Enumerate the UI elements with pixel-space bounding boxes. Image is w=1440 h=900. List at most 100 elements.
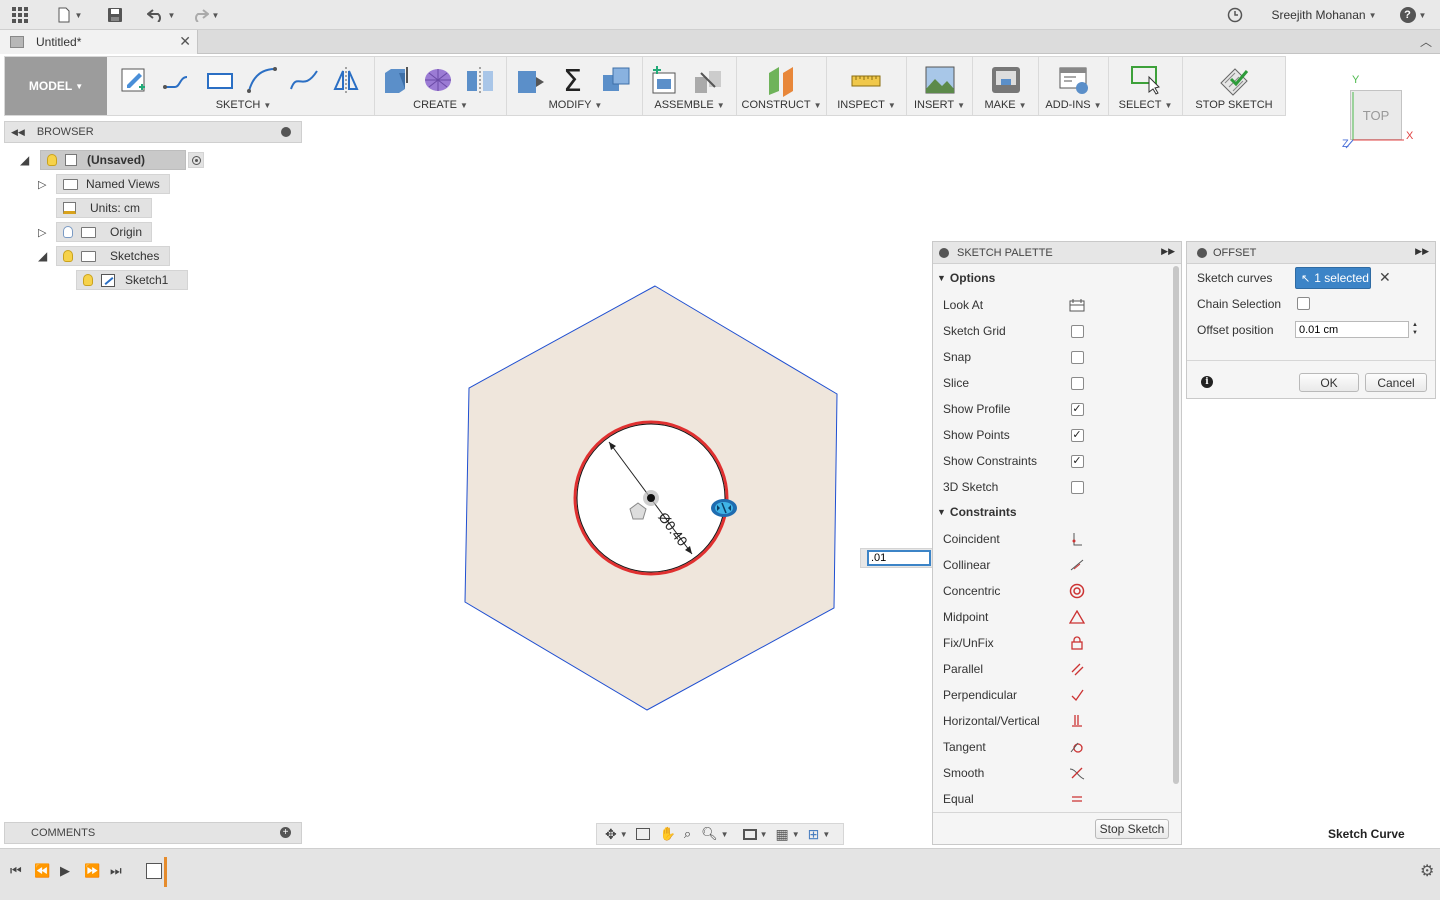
collapse-up-icon[interactable]: ︿ bbox=[1420, 33, 1432, 50]
go-to-end-icon[interactable]: ⏭ bbox=[110, 863, 122, 879]
parameters-sigma-icon[interactable]: Σ bbox=[557, 63, 591, 99]
stop-sketch-button[interactable]: Stop Sketch bbox=[1095, 819, 1169, 839]
concentric-icon[interactable] bbox=[1069, 583, 1085, 599]
constraint-coincident[interactable]: Coincident bbox=[943, 526, 1173, 552]
tree-item-origin[interactable]: ▷ Origin bbox=[38, 222, 152, 242]
select-icon[interactable] bbox=[1129, 63, 1163, 97]
combine-icon[interactable] bbox=[599, 63, 633, 97]
option-show-profile[interactable]: Show Profile ✓ bbox=[943, 396, 1173, 422]
close-tab-icon[interactable]: ✕ bbox=[179, 33, 191, 50]
user-menu[interactable]: Sreejith Mohanan ▼ bbox=[1266, 4, 1382, 26]
expand-dialog-icon[interactable]: ▶▶ bbox=[1415, 246, 1429, 257]
arc-icon[interactable] bbox=[245, 63, 279, 97]
collapse-triangle-icon[interactable]: ◢ bbox=[38, 249, 56, 263]
expand-palette-icon[interactable]: ▶▶ bbox=[1161, 246, 1175, 257]
timeline-sketch-feature-icon[interactable] bbox=[146, 863, 162, 879]
orbit-icon[interactable]: ✥ bbox=[605, 826, 617, 843]
viewports-icon[interactable]: ⊞ bbox=[808, 826, 820, 843]
constraint-collinear[interactable]: Collinear bbox=[943, 552, 1173, 578]
stepper-icon[interactable]: ▲▼ bbox=[1412, 321, 1418, 337]
app-grid-icon[interactable] bbox=[8, 4, 32, 26]
tree-root[interactable]: ◢ (Unsaved) bbox=[20, 150, 204, 170]
show-constraints-checkbox[interactable]: ✓ bbox=[1070, 454, 1084, 468]
ok-button[interactable]: OK bbox=[1299, 373, 1359, 392]
timeline-settings-gear-icon[interactable]: ⚙ bbox=[1420, 861, 1434, 881]
offset-plane-icon[interactable] bbox=[765, 63, 799, 97]
equal-icon[interactable] bbox=[1069, 791, 1085, 807]
show-profile-checkbox[interactable]: ✓ bbox=[1070, 402, 1084, 416]
smooth-icon[interactable] bbox=[1069, 765, 1085, 781]
play-icon[interactable]: ▶ bbox=[60, 863, 70, 879]
zoom-icon[interactable]: 🔍︎ bbox=[701, 826, 718, 842]
insert-image-icon[interactable] bbox=[923, 63, 957, 97]
sketch-palette-header[interactable]: SKETCH PALETTE ▶▶ bbox=[933, 242, 1181, 264]
constraint-tangent[interactable]: Tangent bbox=[943, 734, 1173, 760]
option-snap[interactable]: Snap bbox=[943, 344, 1173, 370]
collinear-icon[interactable] bbox=[1069, 557, 1085, 573]
inspect-menu[interactable]: INSPECT ▼ bbox=[827, 99, 906, 111]
job-status-clock-icon[interactable] bbox=[1224, 4, 1246, 26]
offset-manipulator-icon[interactable] bbox=[711, 499, 737, 517]
3d-sketch-checkbox[interactable] bbox=[1070, 480, 1084, 494]
show-points-checkbox[interactable]: ✓ bbox=[1070, 428, 1084, 442]
tree-item-sketches[interactable]: ◢ Sketches bbox=[38, 246, 170, 266]
stop-sketch-icon[interactable] bbox=[1217, 63, 1251, 97]
midpoint-icon[interactable] bbox=[1069, 609, 1085, 625]
new-component-icon[interactable] bbox=[647, 63, 681, 97]
sketch-canvas[interactable]: Ø0.40 bbox=[440, 270, 900, 730]
grid-settings-icon[interactable]: ▦ bbox=[775, 826, 788, 843]
offset-value-input[interactable] bbox=[867, 550, 931, 566]
assemble-menu[interactable]: ASSEMBLE ▼ bbox=[643, 99, 736, 111]
redo-icon[interactable]: ▼ bbox=[188, 4, 222, 26]
visibility-bulb-icon[interactable] bbox=[47, 154, 57, 166]
tangent-icon[interactable] bbox=[1069, 739, 1085, 755]
form-icon[interactable] bbox=[421, 63, 455, 97]
horizontal-vertical-icon[interactable] bbox=[1069, 713, 1085, 729]
slice-checkbox[interactable] bbox=[1070, 376, 1084, 390]
collapse-panel-icon[interactable]: ◀◀ bbox=[11, 127, 25, 138]
view-cube[interactable]: TOP Y X Z bbox=[1336, 74, 1422, 154]
snap-checkbox[interactable] bbox=[1070, 350, 1084, 364]
extrude-icon[interactable] bbox=[379, 63, 413, 97]
document-tab[interactable]: Untitled* ✕ bbox=[0, 30, 198, 54]
parallel-icon[interactable] bbox=[1069, 661, 1085, 677]
option-3d-sketch[interactable]: 3D Sketch bbox=[943, 474, 1173, 500]
addins-menu[interactable]: ADD-INS ▼ bbox=[1039, 99, 1108, 111]
create-mirror-icon[interactable] bbox=[463, 63, 497, 97]
file-menu-icon[interactable]: ▼ bbox=[54, 4, 84, 26]
construct-menu[interactable]: CONSTRUCT ▼ bbox=[737, 99, 826, 111]
comments-panel-header[interactable]: COMMENTS + bbox=[4, 822, 302, 844]
workspace-switcher[interactable]: MODEL ▼ bbox=[5, 57, 107, 115]
collapse-triangle-icon[interactable]: ◢ bbox=[20, 153, 38, 167]
look-at-nav-icon[interactable] bbox=[635, 828, 650, 840]
constraint-parallel[interactable]: Parallel bbox=[943, 656, 1173, 682]
select-menu[interactable]: SELECT ▼ bbox=[1109, 99, 1182, 111]
constraint-concentric[interactable]: Concentric bbox=[943, 578, 1173, 604]
constraint-midpoint[interactable]: Midpoint bbox=[943, 604, 1173, 630]
sketch-grid-checkbox[interactable] bbox=[1070, 324, 1084, 338]
constraint-smooth[interactable]: Smooth bbox=[943, 760, 1173, 786]
modify-menu[interactable]: MODIFY ▼ bbox=[509, 99, 642, 111]
look-at-icon[interactable] bbox=[1069, 297, 1085, 313]
perpendicular-icon[interactable] bbox=[1069, 687, 1085, 703]
selection-chip[interactable]: ↖ 1 selected bbox=[1295, 267, 1371, 289]
offset-position-input[interactable] bbox=[1295, 321, 1409, 338]
constraint-perpendicular[interactable]: Perpendicular bbox=[943, 682, 1173, 708]
help-menu[interactable]: ? ▼ bbox=[1396, 4, 1430, 26]
expand-triangle-icon[interactable]: ▷ bbox=[38, 178, 56, 191]
option-look-at[interactable]: Look At bbox=[943, 292, 1173, 318]
constraint-equal[interactable]: Equal bbox=[943, 786, 1173, 812]
option-sketch-grid[interactable]: Sketch Grid bbox=[943, 318, 1173, 344]
browser-options-icon[interactable] bbox=[281, 127, 291, 137]
timeline-marker[interactable] bbox=[164, 857, 167, 887]
create-menu[interactable]: CREATE ▼ bbox=[375, 99, 506, 111]
press-pull-icon[interactable] bbox=[513, 63, 547, 97]
insert-menu[interactable]: INSERT ▼ bbox=[907, 99, 972, 111]
pan-hand-icon[interactable]: ✋ bbox=[660, 826, 676, 842]
lock-icon[interactable] bbox=[1069, 635, 1085, 651]
joint-icon[interactable] bbox=[691, 63, 725, 97]
option-slice[interactable]: Slice bbox=[943, 370, 1173, 396]
offset-dialog-header[interactable]: OFFSET ▶▶ bbox=[1187, 242, 1435, 264]
scripts-addins-icon[interactable] bbox=[1057, 63, 1091, 97]
info-icon[interactable]: i bbox=[1201, 376, 1213, 388]
